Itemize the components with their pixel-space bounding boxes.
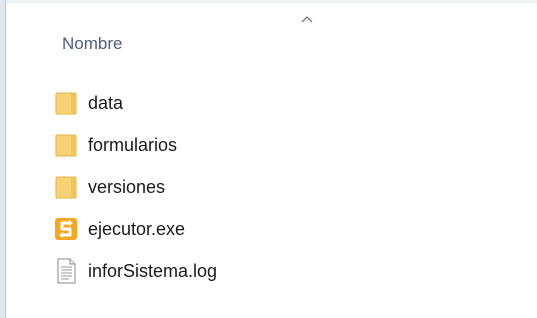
folder-icon	[54, 174, 78, 200]
file-row-inforsistema-log[interactable]: inforSistema.log	[54, 254, 484, 288]
app-icon	[54, 216, 78, 242]
file-row-data[interactable]: data	[54, 86, 484, 120]
file-name: formularios	[88, 134, 178, 155]
file-name: inforSistema.log	[88, 260, 218, 281]
window-top-edge	[0, 0, 537, 3]
document-icon	[54, 258, 78, 284]
file-row-formularios[interactable]: formularios	[54, 128, 484, 162]
file-name: ejecutor.exe	[88, 218, 186, 239]
column-header-name[interactable]: Nombre	[62, 34, 122, 54]
folder-icon	[54, 90, 78, 116]
folder-icon	[54, 132, 78, 158]
file-row-ejecutor-exe[interactable]: ejecutor.exe	[54, 212, 484, 246]
file-name: data	[88, 92, 124, 113]
window-left-edge	[0, 0, 6, 318]
file-name: versiones	[88, 176, 166, 197]
sort-ascending-icon[interactable]	[300, 14, 314, 24]
file-row-versiones[interactable]: versiones	[54, 170, 484, 204]
